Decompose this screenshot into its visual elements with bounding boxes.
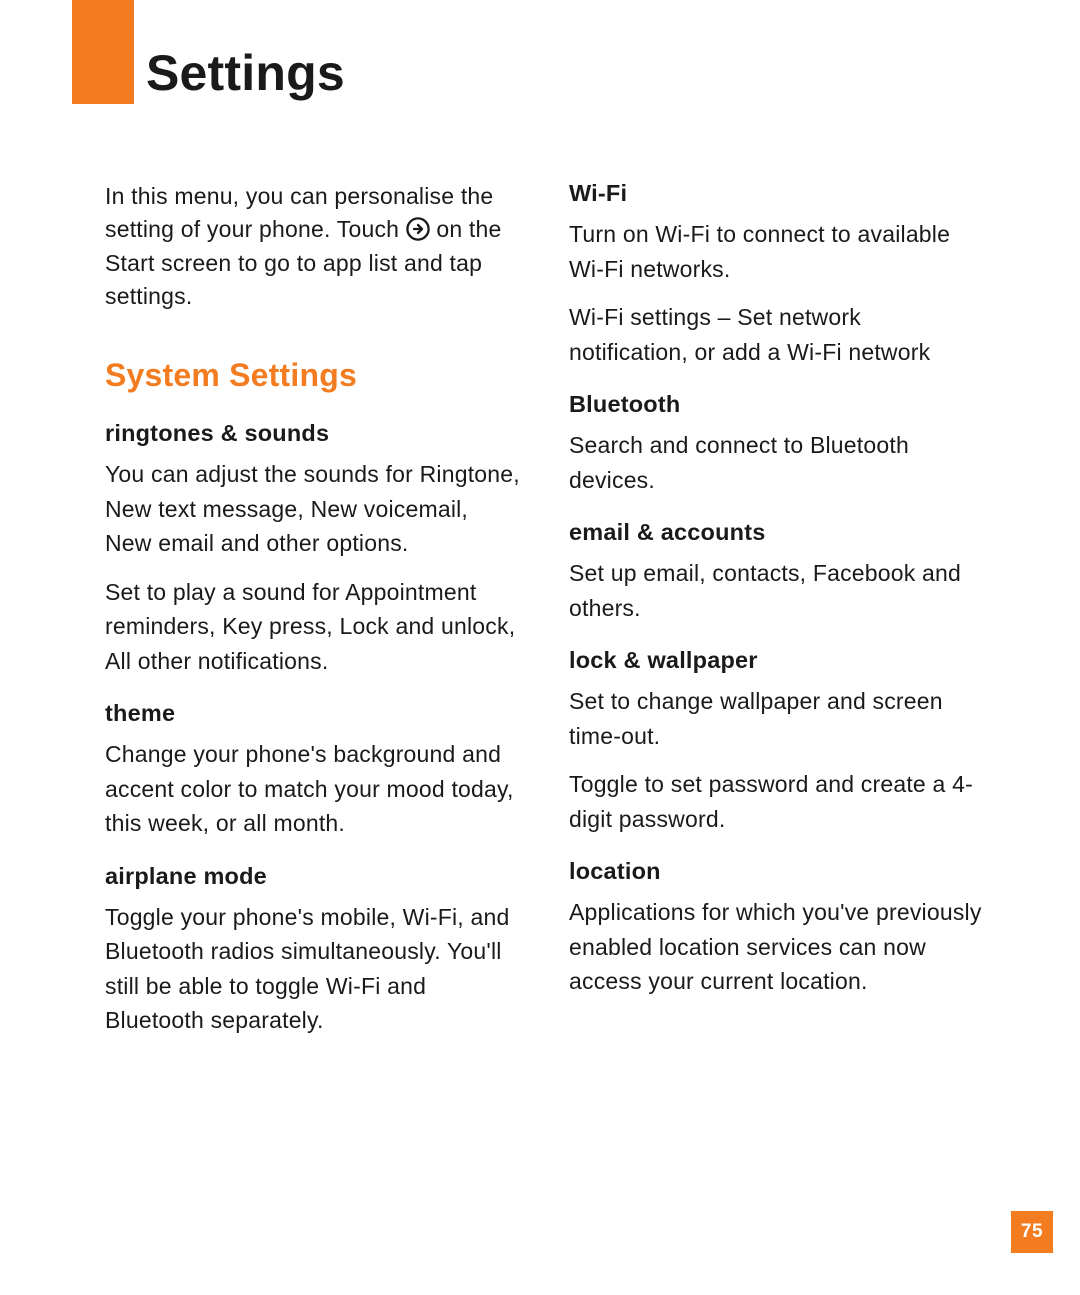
subheading-bluetooth: Bluetooth — [569, 391, 985, 418]
body-text: Set to play a sound for Appointment remi… — [105, 575, 521, 679]
subheading-ringtones: ringtones & sounds — [105, 420, 521, 447]
body-text: Toggle your phone's mobile, Wi-Fi, and B… — [105, 900, 521, 1038]
section-heading: System Settings — [105, 357, 521, 394]
body-text: Set to change wallpaper and screen time-… — [569, 684, 985, 753]
content-columns: In this menu, you can personalise the se… — [105, 180, 985, 1052]
subheading-email-accounts: email & accounts — [569, 519, 985, 546]
right-column: Wi-Fi Turn on Wi-Fi to connect to availa… — [569, 180, 985, 1052]
body-text: Turn on Wi-Fi to connect to available Wi… — [569, 217, 985, 286]
page-number: 75 — [1011, 1211, 1053, 1253]
subheading-location: location — [569, 858, 985, 885]
body-text: Change your phone's background and accen… — [105, 737, 521, 841]
subheading-theme: theme — [105, 700, 521, 727]
manual-page: Settings In this menu, you can personali… — [0, 0, 1080, 1295]
subheading-airplane-mode: airplane mode — [105, 863, 521, 890]
subheading-lock-wallpaper: lock & wallpaper — [569, 647, 985, 674]
body-text: Set up email, contacts, Facebook and oth… — [569, 556, 985, 625]
header-accent-tab — [72, 0, 134, 104]
left-column: In this menu, you can personalise the se… — [105, 180, 521, 1052]
body-text: You can adjust the sounds for Ringtone, … — [105, 457, 521, 561]
body-text: Search and connect to Bluetooth devices. — [569, 428, 985, 497]
body-text: Wi-Fi settings – Set network notificatio… — [569, 300, 985, 369]
page-title: Settings — [146, 44, 345, 102]
subheading-wifi: Wi-Fi — [569, 180, 985, 207]
body-text: Applications for which you've previously… — [569, 895, 985, 999]
arrow-right-circle-icon — [406, 217, 430, 241]
intro-text: In this menu, you can personalise the se… — [105, 180, 521, 313]
body-text: Toggle to set password and create a 4-di… — [569, 767, 985, 836]
